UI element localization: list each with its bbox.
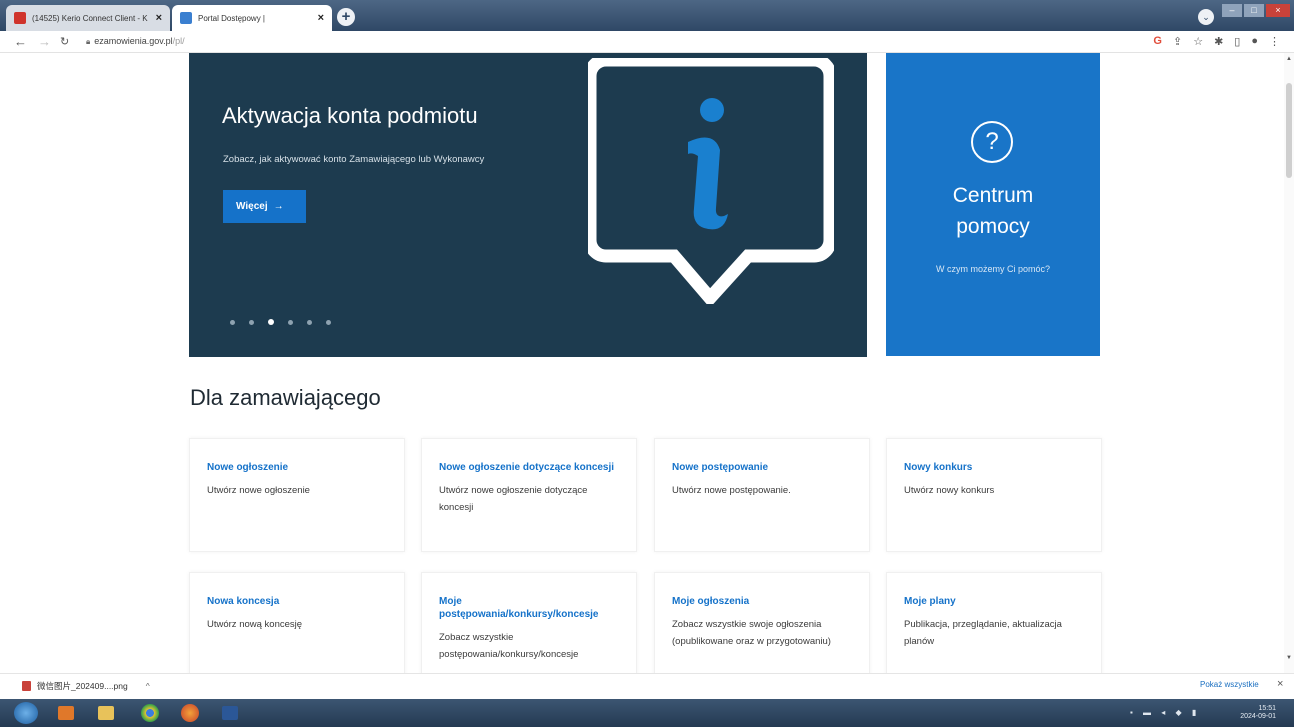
address-bar: ← → ↻ 🔒︎ ezamowienia.gov.pl/pl/ G ⇪ ☆ ✱ ▯… [0,31,1294,53]
tab-portal[interactable]: Portal Dostępowy | × [172,5,332,31]
minimize-button[interactable]: – [1222,4,1242,17]
hero-subtitle: Zobacz, jak aktywować konto Zamawiająceg… [223,154,485,165]
more-button-label: Więcej [236,201,268,212]
card-description: Utwórz nową koncesję [207,619,303,630]
card-new-concession-notice[interactable]: Nowe ogłoszenie dotyczące koncesji Utwór… [421,438,637,552]
close-downloads-icon[interactable]: × [1277,678,1283,690]
arrow-right-icon: → [273,201,284,212]
page-scrollbar[interactable]: ▲ ▼ [1284,53,1294,673]
scroll-down-arrow-icon[interactable]: ▼ [1286,655,1292,661]
google-icon[interactable]: G [1153,35,1162,48]
start-button[interactable] [14,702,38,724]
reload-icon[interactable]: ↻ [60,35,69,48]
card-description: Publikacja, przeglądanie, aktualizacja p… [904,619,1062,647]
chrome-icon[interactable] [136,702,164,724]
chevron-up-icon[interactable]: ^ [146,681,150,691]
more-button[interactable]: Więcej → [223,190,306,223]
carousel-dot-active[interactable] [268,319,274,325]
card-description: Zobacz wszystkie postępowania/konkursy/k… [439,632,579,660]
hero-carousel: Aktywacja konta podmiotu Zobacz, jak akt… [189,53,867,357]
tab-kerio[interactable]: (14525) Kerio Connect Client - K × [6,5,170,31]
kerio-favicon-icon [14,12,26,24]
help-center-subtitle: W czym możemy Ci pomóc? [935,264,1051,274]
browser-tab-strip: (14525) Kerio Connect Client - K × Porta… [0,0,1294,31]
window-controls: – □ × [1222,4,1290,17]
file-explorer-icon[interactable] [92,702,120,724]
back-arrow-icon[interactable]: ← [14,34,27,49]
download-file-name: 微信图片_202409....png [37,681,128,691]
card-title[interactable]: Moje plany [904,595,1084,608]
help-title-line: Centrum [952,184,1034,207]
card-new-concession[interactable]: Nowa koncesja Utwórz nową koncesję [189,572,405,673]
card-my-plans[interactable]: Moje plany Publikacja, przeglądanie, akt… [886,572,1102,673]
share-icon[interactable]: ⇪ [1173,35,1182,48]
portal-favicon-icon [180,12,192,24]
card-title[interactable]: Nowa koncesja [207,595,387,608]
section-title: Dla zamawiającego [190,385,381,410]
extensions-icon[interactable]: ✱ [1214,35,1223,48]
url-field[interactable]: 🔒︎ ezamowienia.gov.pl/pl/ [86,36,185,47]
carousel-dot[interactable] [230,319,235,325]
card-new-notice[interactable]: Nowe ogłoszenie Utwórz nowe ogłoszenie [189,438,405,552]
tab-title: (14525) Kerio Connect Client - K [32,13,148,23]
card-description: Utwórz nowe ogłoszenie [207,485,310,496]
clock[interactable]: 15:51 2024-09-01 [1240,705,1276,721]
bookmark-star-icon[interactable]: ☆ [1193,35,1203,48]
new-tab-button[interactable]: + [337,8,355,26]
carousel-dot[interactable] [326,319,331,325]
media-player-icon[interactable] [52,702,80,724]
close-tab-icon[interactable]: × [156,12,162,24]
firefox-icon[interactable] [176,702,204,724]
card-title[interactable]: Nowy konkurs [904,461,1084,474]
downloads-bar: 微信图片_202409....png ^ Pokaż wszystkie × [0,673,1294,699]
image-file-icon [22,681,31,691]
scrollbar-thumb[interactable] [1286,83,1292,178]
menu-kebab-icon[interactable]: ⋮ [1269,35,1280,48]
windows-taskbar: ▪ ▬ ◂ ◆ ▮ 15:51 2024-09-01 [0,699,1294,727]
tab-search-icon[interactable]: ⌄ [1198,9,1214,25]
card-description: Utwórz nowy konkurs [904,485,995,496]
profile-icon[interactable]: ● [1251,35,1258,48]
scroll-up-arrow-icon[interactable]: ▲ [1286,56,1292,62]
help-title-line: pomocy [956,215,1030,238]
carousel-dot[interactable] [307,319,312,325]
word-icon[interactable] [216,702,244,724]
card-title[interactable]: Moje postępowania/konkursy/koncesje [439,595,619,621]
url-path: /pl/ [172,36,185,46]
close-tab-icon[interactable]: × [318,12,324,24]
clock-date: 2024-09-01 [1240,713,1276,720]
question-mark-icon: ? [971,121,1013,163]
card-new-procedure[interactable]: Nowe postępowanie Utwórz nowe postępowan… [654,438,870,552]
info-speech-bubble-icon [588,58,834,304]
hero-title: Aktywacja konta podmiotu [222,103,478,128]
card-title[interactable]: Nowe postępowanie [672,461,852,474]
tab-title: Portal Dostępowy | [198,13,265,23]
page-content: Aktywacja konta podmiotu Zobacz, jak akt… [0,53,1284,673]
maximize-button[interactable]: □ [1244,4,1264,17]
help-center-title: Centrum pomocy [886,180,1100,242]
download-item[interactable]: 微信图片_202409....png ^ [22,680,150,692]
close-window-button[interactable]: × [1266,4,1290,17]
card-new-contest[interactable]: Nowy konkurs Utwórz nowy konkurs [886,438,1102,552]
forward-arrow-icon[interactable]: → [38,34,51,49]
card-description: Zobacz wszystkie swoje ogłoszenia (opubl… [672,619,831,647]
card-description: Utwórz nowe ogłoszenie dotyczące koncesj… [439,485,588,513]
lock-icon: 🔒︎ [86,37,91,46]
help-center-panel[interactable]: ? Centrum pomocy W czym możemy Ci pomóc? [886,53,1100,356]
card-title[interactable]: Nowe ogłoszenie [207,461,387,474]
card-my-notices[interactable]: Moje ogłoszenia Zobacz wszystkie swoje o… [654,572,870,673]
carousel-dots [230,319,331,325]
carousel-dot[interactable] [288,319,293,325]
url-host: ezamowienia.gov.pl [94,36,173,46]
card-description: Utwórz nowe postępowanie. [672,485,791,496]
card-title[interactable]: Moje ogłoszenia [672,595,852,608]
clock-time: 15:51 [1258,705,1276,712]
side-panel-icon[interactable]: ▯ [1234,35,1240,48]
card-my-procedures[interactable]: Moje postępowania/konkursy/koncesje Zoba… [421,572,637,673]
show-all-downloads-link[interactable]: Pokaż wszystkie [1200,680,1259,689]
system-tray-icons[interactable]: ▪ ▬ ◂ ◆ ▮ [1130,708,1200,717]
carousel-dot[interactable] [249,319,254,325]
card-title[interactable]: Nowe ogłoszenie dotyczące koncesji [439,461,619,474]
browser-toolbar: G ⇪ ☆ ✱ ▯ ● ⋮ [1153,35,1280,48]
